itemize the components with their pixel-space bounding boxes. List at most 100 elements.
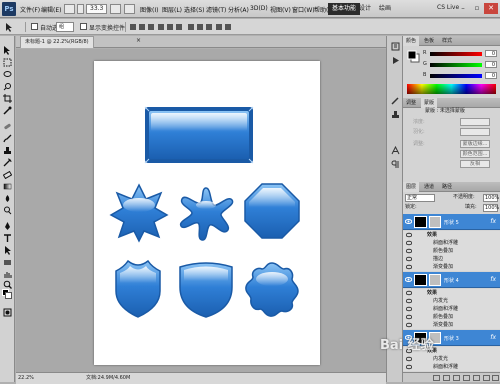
clone-source-icon[interactable] [391, 110, 400, 119]
menu-edit[interactable]: 编辑(E) [41, 5, 61, 14]
effects-row[interactable]: 效果 [403, 231, 500, 239]
close-document-icon[interactable]: × [136, 37, 141, 44]
pen-tool-icon[interactable] [3, 222, 12, 231]
clone-stamp-tool-icon[interactable] [3, 146, 12, 155]
effect-row[interactable]: 内发光 [403, 297, 500, 305]
transform-controls-checkbox[interactable] [80, 23, 87, 30]
eraser-tool-icon[interactable] [3, 170, 12, 179]
density-row[interactable]: 浓度: [407, 118, 496, 126]
fill-field[interactable]: 100% [483, 204, 499, 212]
move-tool-icon[interactable] [3, 46, 12, 55]
fx-icon[interactable]: fx [490, 334, 496, 341]
adjustment-layer-icon[interactable] [463, 375, 470, 381]
document-tab[interactable]: 未标题-1 @ 22.2%(RGB/8) [20, 36, 94, 48]
menu-window[interactable]: 窗口(W) [292, 5, 315, 14]
slider-r[interactable] [430, 52, 482, 56]
color-range-row[interactable]: 颜色范围... [407, 150, 496, 158]
actions-icon[interactable] [391, 56, 400, 65]
eye-icon[interactable] [406, 322, 412, 328]
gradient-tool-icon[interactable] [3, 182, 12, 191]
auto-select-dropdown[interactable]: 组 [56, 22, 74, 32]
healing-brush-tool-icon[interactable] [3, 122, 12, 131]
color-spectrum[interactable] [407, 84, 496, 94]
zoom-tool-icon[interactable] [3, 280, 12, 289]
eye-icon[interactable] [405, 276, 412, 283]
lasso-tool-icon[interactable] [3, 70, 12, 79]
eye-icon[interactable] [406, 364, 412, 370]
effect-row[interactable]: 斜面和浮雕 [403, 239, 500, 247]
eye-icon[interactable] [405, 218, 412, 225]
delete-layer-icon[interactable] [492, 375, 499, 381]
type-tool-icon[interactable] [3, 234, 12, 243]
workspace-design[interactable]: 设计 [355, 3, 375, 15]
eye-icon[interactable] [406, 232, 412, 238]
eye-icon[interactable] [406, 290, 412, 296]
eye-icon[interactable] [406, 356, 412, 362]
menu-view[interactable]: 视图(V) [270, 5, 291, 14]
menu-file[interactable]: 文件(F) [20, 5, 40, 14]
eyedropper-tool-icon[interactable] [3, 106, 12, 115]
effect-row[interactable]: 内发光 [403, 355, 500, 363]
tab-adjustments[interactable]: 调整 [403, 98, 419, 108]
layer-name[interactable]: 形状 3 [444, 335, 459, 342]
effect-row[interactable]: 斜面和浮雕 [403, 305, 500, 313]
fx-icon[interactable]: fx [490, 276, 496, 283]
tab-styles[interactable]: 样式 [439, 36, 455, 46]
eye-icon[interactable] [406, 248, 412, 254]
invert-button[interactable]: 反相 [460, 160, 490, 168]
character-icon[interactable] [391, 146, 400, 155]
menu-analysis[interactable]: 分析(A) [228, 5, 249, 14]
eye-icon[interactable] [406, 240, 412, 246]
star-shape[interactable] [109, 183, 169, 243]
color-range-button[interactable]: 颜色范围... [460, 150, 490, 158]
slider-g[interactable] [430, 63, 482, 67]
opacity-field[interactable]: 100% [483, 194, 499, 202]
bridge-icon[interactable] [64, 4, 75, 14]
layer-name[interactable]: 形状 4 [444, 277, 459, 284]
blur-tool-icon[interactable] [3, 194, 12, 203]
hand-tool-icon[interactable] [3, 270, 12, 279]
density-field[interactable] [460, 118, 490, 126]
new-layer-icon[interactable] [483, 375, 490, 381]
history-brush-tool-icon[interactable] [3, 158, 12, 167]
arrange-icon[interactable] [110, 4, 121, 14]
value-g[interactable]: 0 [485, 61, 497, 68]
brush-presets-icon[interactable] [391, 96, 400, 105]
tab-layers[interactable]: 图层 [403, 182, 420, 192]
splat-shape[interactable] [176, 183, 236, 243]
tab-paths[interactable]: 路径 [439, 182, 455, 192]
layer-name[interactable]: 形状 5 [444, 219, 459, 226]
new-group-icon[interactable] [473, 375, 480, 381]
rounded-rect-shape[interactable] [144, 106, 254, 164]
effect-row[interactable]: 颜色叠加 [403, 247, 500, 255]
slider-b[interactable] [430, 74, 482, 78]
eye-icon[interactable] [406, 314, 412, 320]
feather-field[interactable] [460, 128, 490, 136]
screen-mode-icon[interactable] [124, 4, 135, 14]
menu-image[interactable]: 图像(I) [140, 5, 158, 14]
marquee-tool-icon[interactable] [3, 58, 12, 67]
align-buttons-icon[interactable] [130, 22, 240, 32]
dodge-tool-icon[interactable] [3, 206, 12, 215]
minibridge-icon[interactable] [77, 4, 84, 14]
refine-row[interactable]: 调整: 蒙版边缘... [407, 140, 496, 148]
auto-select-checkbox[interactable] [31, 23, 38, 30]
shield-shape[interactable] [108, 259, 168, 319]
quick-mask-icon[interactable] [3, 308, 12, 317]
status-zoom[interactable]: 22.2% [18, 373, 34, 384]
blend-mode-select[interactable]: 正常 [405, 194, 435, 202]
add-style-icon[interactable] [443, 375, 450, 381]
effect-row[interactable]: 斜面和浮雕 [403, 363, 500, 371]
tab-swatches[interactable]: 色板 [421, 36, 437, 46]
fx-icon[interactable]: fx [490, 218, 496, 225]
link-layers-icon[interactable] [433, 375, 440, 381]
effects-row[interactable]: 效果 [403, 289, 500, 297]
paragraph-icon[interactable] [391, 160, 400, 169]
eye-icon[interactable] [406, 298, 412, 304]
path-selection-tool-icon[interactable] [3, 246, 12, 255]
octagon-shape[interactable] [242, 181, 302, 241]
eye-icon[interactable] [406, 256, 412, 262]
effect-row[interactable]: 描边 [403, 255, 500, 263]
zoom-field[interactable]: 33.3 [86, 4, 108, 14]
mask-edge-button[interactable]: 蒙版边缘... [460, 140, 490, 148]
